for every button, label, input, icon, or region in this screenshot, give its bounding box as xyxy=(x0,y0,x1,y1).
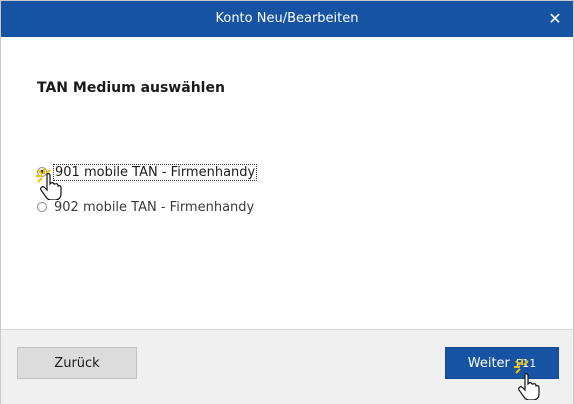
page-heading: TAN Medium auswählen xyxy=(37,80,225,96)
button-bar: Zurück Weiter F11 xyxy=(1,329,573,404)
radio-option-label[interactable]: 901 mobile TAN - Firmenhandy xyxy=(53,163,258,181)
close-button[interactable]: ✕ xyxy=(537,1,573,37)
radio-option-label[interactable]: 902 mobile TAN - Firmenhandy xyxy=(53,200,255,215)
radio-option-902[interactable]: 902 mobile TAN - Firmenhandy xyxy=(37,198,255,216)
radio-button-selected[interactable] xyxy=(37,167,47,177)
dialog-window: Konto Neu/Bearbeiten ✕ TAN Medium auswäh… xyxy=(0,0,574,404)
radio-button[interactable] xyxy=(37,202,47,212)
back-button[interactable]: Zurück xyxy=(17,347,137,379)
close-icon: ✕ xyxy=(548,9,562,28)
next-button-label: Weiter xyxy=(467,356,510,371)
window-title: Konto Neu/Bearbeiten xyxy=(215,11,359,26)
back-button-label: Zurück xyxy=(54,356,100,371)
next-button[interactable]: Weiter F11 xyxy=(445,347,559,379)
next-shortcut-label: F11 xyxy=(515,357,537,370)
radio-option-901[interactable]: 901 mobile TAN - Firmenhandy xyxy=(37,163,258,181)
title-bar: Konto Neu/Bearbeiten ✕ xyxy=(1,1,573,37)
